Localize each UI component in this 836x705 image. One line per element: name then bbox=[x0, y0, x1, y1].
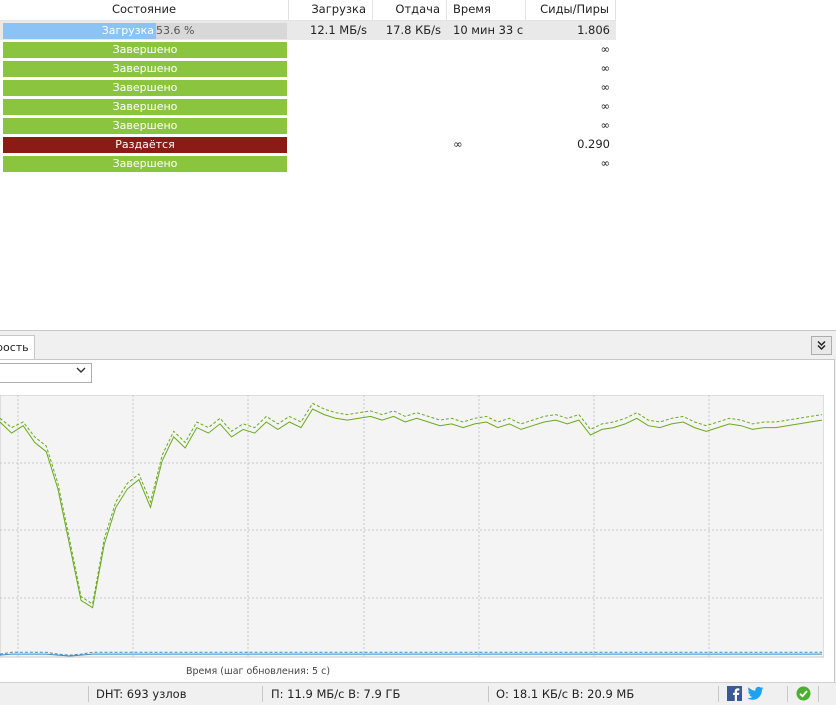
status-bar-cell: Завершено bbox=[3, 99, 287, 115]
table-row[interactable]: Завершено ∞ bbox=[0, 97, 616, 116]
x-axis-label: Время (шаг обновления: 5 с) bbox=[186, 666, 331, 677]
tab-speed[interactable]: рость bbox=[0, 335, 35, 360]
status-separator bbox=[488, 686, 489, 702]
upload-speed-cell bbox=[373, 97, 441, 116]
details-panel: рость Время (шаг обновления: 5 с) bbox=[0, 330, 836, 684]
status-bar-cell: Завершено bbox=[3, 80, 287, 96]
status-separator bbox=[787, 686, 788, 702]
table-row[interactable]: Завершено ∞ bbox=[0, 40, 616, 59]
table-row[interactable]: Завершено ∞ bbox=[0, 116, 616, 135]
status-bar-cell: Завершено bbox=[3, 156, 287, 172]
column-time-header[interactable]: Время bbox=[447, 0, 526, 20]
twitter-icon[interactable] bbox=[747, 686, 764, 701]
download-speed-cell: 12.1 МБ/s bbox=[310, 23, 367, 37]
seeds-peers-cell: ∞ bbox=[600, 118, 610, 132]
download-speed-cell bbox=[289, 40, 367, 59]
eta-cell bbox=[453, 40, 526, 59]
status-separator bbox=[718, 686, 719, 702]
status-bar-cell: Завершено bbox=[3, 118, 287, 134]
column-download-header[interactable]: Загрузка bbox=[289, 0, 373, 20]
column-status-header[interactable]: Состояние bbox=[0, 0, 289, 20]
download-speed-cell bbox=[289, 78, 367, 97]
eta-cell bbox=[453, 116, 526, 135]
status-bar-cell: Завершено bbox=[3, 42, 287, 58]
status-label: Загрузка bbox=[101, 24, 154, 37]
column-upload-header[interactable]: Отдача bbox=[373, 0, 447, 20]
table-row[interactable]: Завершено ∞ bbox=[0, 59, 616, 78]
status-separator bbox=[262, 686, 263, 702]
eta-cell: ∞ bbox=[453, 137, 463, 151]
eta-cell bbox=[453, 97, 526, 116]
eta-cell: 10 мин 33 с bbox=[453, 23, 524, 37]
upload-status[interactable]: О: 18.1 КБ/с В: 20.9 МБ bbox=[496, 683, 634, 705]
table-row[interactable]: Завершено ∞ bbox=[0, 78, 616, 97]
torrent-table: Состояние Загрузка Отдача Время Сиды/Пир… bbox=[0, 0, 836, 330]
chart-plot-area bbox=[0, 395, 824, 658]
seeds-peers-cell: ∞ bbox=[600, 61, 610, 75]
seeds-peers-cell: ∞ bbox=[600, 80, 610, 94]
table-row[interactable]: Раздаётся ∞ 0.290 bbox=[0, 135, 616, 154]
download-speed-cell bbox=[289, 59, 367, 78]
double-chevron-down-icon bbox=[817, 340, 826, 351]
speed-chart-svg bbox=[0, 395, 824, 658]
download-speed-cell bbox=[289, 135, 367, 154]
tab-speed-label: рость bbox=[0, 341, 29, 354]
eta-cell bbox=[453, 154, 526, 173]
speed-chart bbox=[0, 395, 824, 675]
connection-ok-icon[interactable] bbox=[796, 686, 811, 701]
upload-speed-cell: 17.8 КБ/s bbox=[385, 23, 441, 37]
graph-period-select[interactable] bbox=[0, 363, 92, 383]
download-speed-cell bbox=[289, 154, 367, 173]
download-status[interactable]: П: 11.9 МБ/с В: 7.9 ГБ bbox=[271, 683, 400, 705]
upload-speed-cell bbox=[373, 40, 441, 59]
collapse-panel-button[interactable] bbox=[811, 336, 832, 355]
table-row[interactable]: Загрузка 53.6 % 12.1 МБ/s 17.8 КБ/s 10 мин 3… bbox=[0, 21, 616, 40]
status-bar-cell: Завершено bbox=[3, 61, 287, 77]
seeds-peers-cell: ∞ bbox=[600, 99, 610, 113]
status-separator bbox=[88, 686, 89, 702]
eta-cell bbox=[453, 78, 526, 97]
upload-speed-cell bbox=[373, 154, 441, 173]
facebook-icon[interactable] bbox=[727, 686, 742, 701]
download-speed-cell bbox=[289, 97, 367, 116]
table-row[interactable]: Завершено ∞ bbox=[0, 154, 616, 173]
status-bar-cell: Раздаётся bbox=[3, 137, 287, 153]
upload-speed-cell bbox=[373, 135, 441, 154]
seeds-peers-cell: ∞ bbox=[600, 42, 610, 56]
chevron-down-icon bbox=[76, 365, 86, 378]
seeds-peers-cell: ∞ bbox=[600, 156, 610, 170]
dht-status: DHT: 693 узлов bbox=[96, 687, 187, 701]
download-speed-cell bbox=[289, 116, 367, 135]
status-separator bbox=[818, 686, 819, 702]
upload-speed-cell bbox=[373, 116, 441, 135]
column-seeds-peers-header[interactable]: Сиды/Пиры bbox=[526, 0, 616, 20]
eta-cell bbox=[453, 59, 526, 78]
table-header: Состояние Загрузка Отдача Время Сиды/Пир… bbox=[0, 0, 616, 21]
status-bar-cell: Загрузка 53.6 % bbox=[3, 23, 287, 39]
upload-speed-cell bbox=[373, 59, 441, 78]
seeds-peers-cell: 0.290 bbox=[577, 137, 610, 151]
status-bar: DHT: 693 узлов П: 11.9 МБ/с В: 7.9 ГБ О:… bbox=[0, 682, 836, 705]
progress-percent: 53.6 % bbox=[156, 24, 195, 37]
seeds-peers-cell: 1.806 bbox=[577, 23, 610, 37]
upload-speed-cell bbox=[373, 78, 441, 97]
